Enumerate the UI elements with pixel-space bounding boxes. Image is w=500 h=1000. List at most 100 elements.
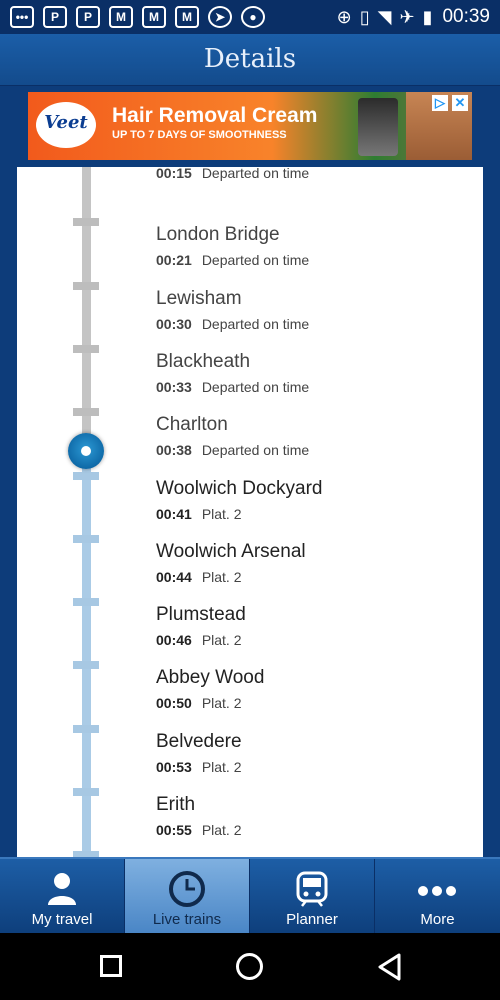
battery-icon: ▮	[422, 7, 433, 27]
stop-time: 00:46	[156, 632, 192, 649]
stop-time: 00:21	[156, 252, 192, 269]
p-icon: P	[43, 6, 67, 28]
stop-status: Plat. 2	[201, 505, 242, 522]
ad-choices-icon[interactable]: ▷	[432, 95, 448, 111]
stop-time: 00:53	[156, 758, 192, 775]
airplane-icon: ✈	[399, 7, 415, 27]
mail-icon: M	[142, 6, 166, 28]
timeline-stop[interactable]: Belvedere 00:53 Plat. 2	[156, 730, 476, 776]
page-title: Details	[203, 44, 297, 74]
timeline-stop[interactable]: 00:15 Departed on time	[156, 167, 476, 182]
stop-details: 00:44 Plat. 2	[156, 568, 476, 586]
stop-details: 00:15 Departed on time	[156, 167, 476, 182]
ad-banner[interactable]: Veet Hair Removal Cream UP TO 7 DAYS OF …	[28, 92, 472, 160]
clock-icon	[169, 871, 205, 907]
p-icon: P	[76, 6, 100, 28]
stop-status: Plat. 2	[201, 568, 242, 585]
tab-my-travel[interactable]: My travel	[0, 859, 125, 933]
stop-status: Plat. 2	[201, 632, 242, 649]
stop-name: Abbey Wood	[156, 667, 265, 689]
tab-planner[interactable]: Planner	[250, 859, 375, 933]
timeline-stop[interactable]: Lewisham 00:30 Departed on time	[156, 287, 476, 333]
stop-time: 00:41	[156, 505, 192, 522]
ad-headline: Hair Removal Cream	[112, 104, 318, 127]
stop-status: Departed on time	[201, 378, 310, 395]
tab-live-trains[interactable]: Live trains	[125, 859, 250, 933]
stop-name: London Bridge	[156, 224, 280, 246]
clock-time: 00:39	[442, 6, 490, 27]
stop-tick	[73, 788, 99, 796]
stop-name: Lewisham	[156, 287, 242, 309]
stop-status: Departed on time	[201, 252, 310, 269]
stop-name: Woolwich Arsenal	[156, 540, 306, 562]
more-dots-icon	[418, 886, 456, 896]
tab-label: More	[420, 911, 455, 928]
tab-label: My travel	[31, 911, 93, 928]
track-upcoming	[82, 451, 91, 867]
train-icon	[296, 871, 328, 907]
journey-timeline[interactable]: 00:15 Departed on time London Bridge 00:21 D…	[17, 167, 483, 867]
stop-details: 00:21 Departed on time	[156, 251, 476, 269]
stop-name: Erith	[156, 794, 196, 815]
stop-time: 00:33	[156, 378, 192, 395]
stop-tick	[73, 598, 99, 607]
person-icon	[48, 873, 76, 905]
timeline-stop[interactable]: Woolwich Dockyard 00:41 Plat. 2	[156, 477, 476, 523]
current-position-marker	[68, 433, 104, 469]
ad-product-image	[358, 98, 398, 156]
stop-details: 00:55 Plat. 2	[156, 821, 476, 839]
ad-close-icon[interactable]: ✕	[452, 95, 468, 111]
navigation-icon: ➤	[208, 6, 232, 28]
system-icons: ⊕ ▯ ◥ ✈ ▮ 00:39	[337, 6, 490, 28]
data-saver-icon: ⊕	[336, 7, 352, 27]
mail-icon: M	[175, 6, 199, 28]
message-icon: •••	[10, 6, 34, 28]
stop-status: Plat. 2	[201, 695, 242, 712]
stop-name: Woolwich Dockyard	[156, 477, 323, 499]
stop-tick	[73, 534, 99, 543]
vibrate-icon: ▯	[359, 7, 370, 27]
recents-button[interactable]	[100, 955, 122, 977]
stop-name: Blackheath	[156, 350, 251, 372]
stop-time: 00:30	[156, 315, 192, 332]
timeline-stop[interactable]: Abbey Wood 00:50 Plat. 2	[156, 666, 476, 712]
stop-details: 00:30 Departed on time	[156, 315, 476, 333]
stop-time: 00:50	[156, 695, 192, 712]
ad-controls: ▷ ✕	[432, 95, 468, 111]
bottom-tab-bar: My travel Live trains Planner More	[0, 857, 500, 933]
stop-time: 00:15	[156, 167, 192, 181]
timeline-stop[interactable]: London Bridge 00:21 Departed on time	[156, 223, 476, 269]
system-nav-bar	[0, 933, 500, 1000]
mail-icon: M	[109, 6, 133, 28]
stop-tick	[73, 281, 99, 290]
tab-more[interactable]: More	[375, 859, 500, 933]
stop-tick	[73, 661, 99, 670]
home-button[interactable]	[236, 953, 263, 980]
stop-tick	[73, 408, 99, 417]
stop-name: Plumstead	[156, 604, 246, 626]
stop-status: Departed on time	[201, 167, 310, 181]
app-header: Details	[0, 34, 500, 86]
stop-name: Charlton	[156, 414, 228, 436]
notification-icons: ••• P P M M M ➤ ●	[10, 6, 265, 28]
stop-details: 00:33 Departed on time	[156, 378, 476, 396]
timeline-stop[interactable]: Charlton 00:38 Departed on time	[156, 413, 476, 459]
stop-details: 00:41 Plat. 2	[156, 505, 476, 523]
location-icon: ●	[241, 6, 265, 28]
timeline-stop[interactable]: Erith 00:55 Plat. 2	[156, 793, 476, 839]
stop-details: 00:53 Plat. 2	[156, 758, 476, 776]
stop-name: Belvedere	[156, 730, 242, 752]
stop-tick	[73, 724, 99, 733]
back-button[interactable]	[376, 952, 402, 982]
stop-status: Departed on time	[201, 442, 310, 459]
wifi-icon: ◥	[377, 7, 392, 27]
timeline-stop[interactable]: Woolwich Arsenal 00:44 Plat. 2	[156, 540, 476, 586]
stop-time: 00:44	[156, 568, 192, 585]
timeline-stop[interactable]: Blackheath 00:33 Departed on time	[156, 350, 476, 396]
stop-details: 00:38 Departed on time	[156, 441, 476, 459]
ad-brand-logo: Veet	[36, 102, 96, 148]
status-bar: ••• P P M M M ➤ ● ⊕ ▯ ◥ ✈ ▮ 00:39	[0, 0, 500, 34]
timeline-stop[interactable]: Plumstead 00:46 Plat. 2	[156, 603, 476, 649]
stop-tick	[73, 218, 99, 227]
tab-label: Live trains	[152, 911, 222, 928]
